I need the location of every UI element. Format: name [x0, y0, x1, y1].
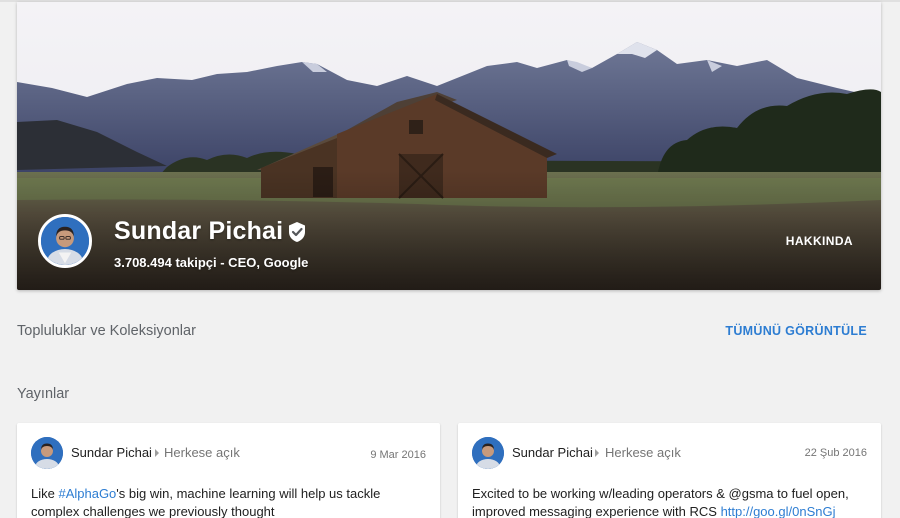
post-audience[interactable]: Herkese açık	[164, 445, 240, 460]
profile-cover: Sundar Pichai 3.708.494 takipçi - CEO, G…	[17, 2, 881, 290]
post-card[interactable]: Sundar Pichai Herkese açık 22 Şub 2016 E…	[458, 423, 881, 518]
posts-section-title: Yayınlar	[17, 386, 70, 402]
post-hashtag-link[interactable]: #AlphaGo	[58, 486, 116, 501]
avatar-image	[31, 437, 63, 469]
about-tab-link[interactable]: HAKKINDA	[786, 234, 853, 248]
author-avatar[interactable]	[31, 437, 63, 469]
post-text-before: Like	[31, 486, 59, 501]
post-card[interactable]: Sundar Pichai Herkese açık 9 Mar 2016 Li…	[17, 423, 440, 518]
profile-name: Sundar Pichai	[114, 217, 284, 245]
avatar-image	[472, 437, 504, 469]
post-text: Excited to be working w/leading operator…	[472, 485, 867, 518]
chevron-right-icon	[595, 449, 599, 457]
profile-avatar[interactable]	[38, 214, 92, 268]
post-url-link[interactable]: http://goo.gl/0nSnGj	[721, 504, 836, 518]
author-avatar[interactable]	[472, 437, 504, 469]
post-audience[interactable]: Herkese açık	[605, 445, 681, 460]
verified-badge-icon	[289, 222, 305, 242]
post-date[interactable]: 9 Mar 2016	[356, 447, 426, 463]
avatar-image	[41, 217, 89, 265]
post-author-name[interactable]: Sundar Pichai	[512, 445, 593, 460]
chevron-right-icon	[155, 449, 159, 457]
view-all-link[interactable]: TÜMÜNÜ GÖRÜNTÜLE	[725, 324, 867, 338]
post-author-name[interactable]: Sundar Pichai	[71, 445, 152, 460]
profile-subtitle: 3.708.494 takipçi - CEO, Google	[114, 255, 309, 270]
communities-section-title: Topluluklar ve Koleksiyonlar	[17, 323, 196, 339]
post-date[interactable]: 22 Şub 2016	[797, 445, 867, 461]
post-text: Like #AlphaGo's big win, machine learnin…	[31, 485, 426, 518]
